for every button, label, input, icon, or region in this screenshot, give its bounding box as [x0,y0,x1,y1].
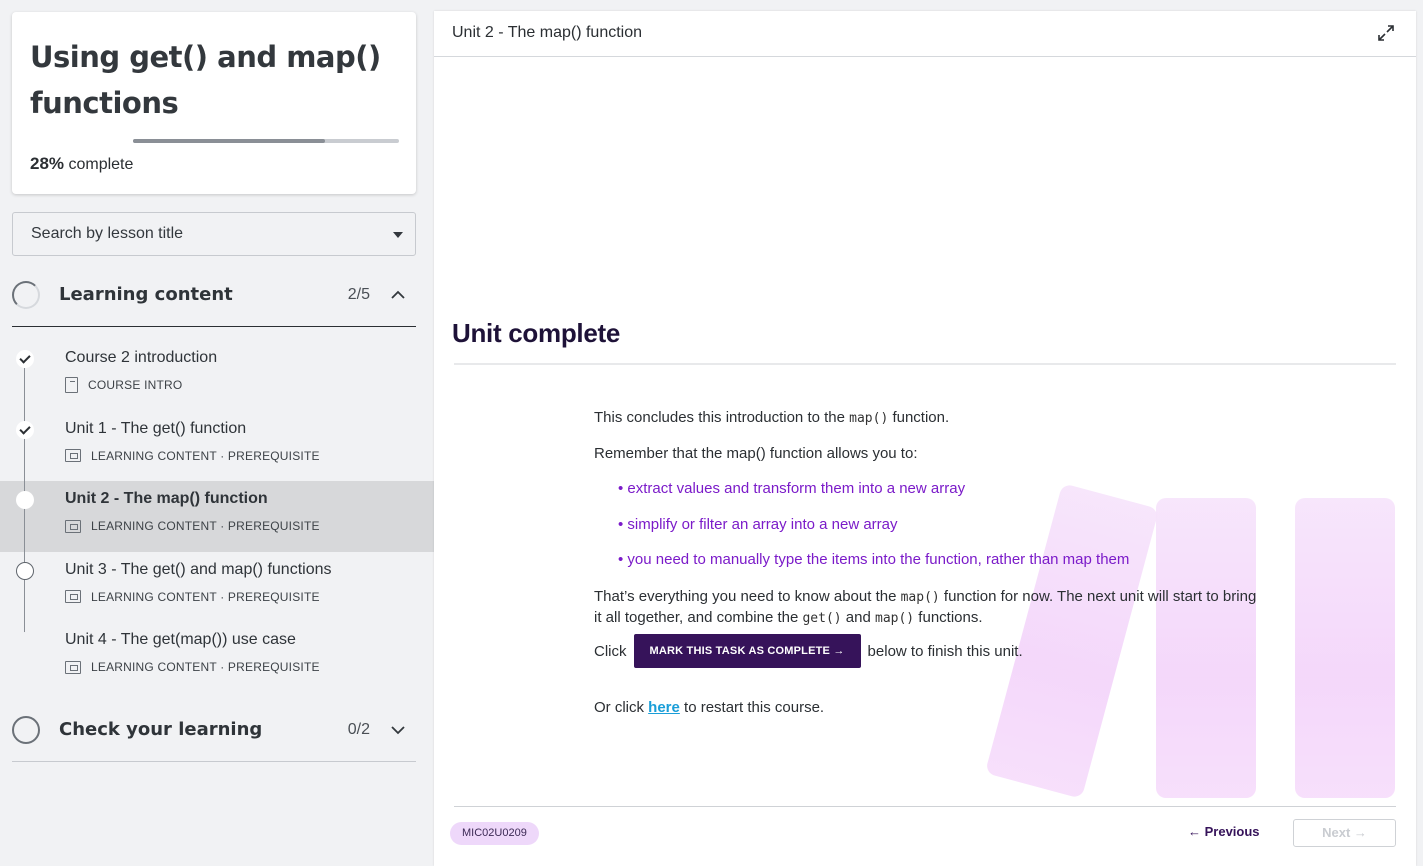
section-progress-ring-icon [12,281,40,309]
caret-down-icon [393,232,403,238]
lesson-meta: LEARNING CONTENT · PREREQUISITE [65,517,320,535]
bullet-text: simplify or filter an array into a new a… [627,516,898,533]
summary-text: That’s everything you need to know about… [594,588,901,605]
section-check-your-learning[interactable]: Check your learning 0/2 [12,702,416,762]
heading-divider [454,363,1396,365]
mark-complete-row: Click MARK THIS TASK AS COMPLETE → below… [594,634,1023,668]
lesson-search-dropdown[interactable]: Search by lesson title [12,212,416,256]
timeline-connector [24,368,25,411]
lesson-item-unit-3[interactable]: Unit 3 - The get() and map() functions L… [0,551,434,623]
lesson-title: Course 2 introduction [65,349,218,366]
decorative-shape [1295,498,1395,798]
bullet-item: • you need to manually type the items in… [618,551,1130,568]
lesson-meta: LEARNING CONTENT · PREREQUISITE [65,588,320,606]
decorative-shape [1156,498,1256,798]
incomplete-circle-icon [16,561,34,580]
chevron-up-icon[interactable] [390,287,406,303]
inline-code: map() [849,411,889,426]
document-icon [65,377,78,393]
click-text: Click [594,642,627,660]
intro-paragraph: This concludes this introduction to the … [594,408,1274,429]
section-title: Learning content [59,284,233,305]
lesson-type: LEARNING CONTENT · PREREQUISITE [91,448,320,463]
lesson-type: LEARNING CONTENT · PREREQUISITE [91,660,320,674]
course-overview-card: Using get() and map() functions 28% comp… [12,12,416,194]
lesson-title: Unit 2 - The map() function [65,490,268,507]
progress-suffix: complete [64,156,134,173]
section-learning-content[interactable]: Learning content 2/5 [12,267,416,327]
section-count: 2/5 [347,286,370,303]
section-divider [12,326,416,327]
lesson-type: COURSE INTRO [88,378,183,392]
inline-code: map() [900,590,940,605]
expand-icon[interactable] [1376,23,1396,43]
lesson-header-title: Unit 2 - The map() function [452,24,643,41]
restart-text: Or click [594,699,649,716]
summary-text: and [841,609,875,626]
progress-percent: 28% [30,154,65,173]
section-title: Check your learning [59,719,263,740]
lesson-icon [65,519,81,533]
previous-button[interactable]: ← Previous [1188,824,1260,839]
section-count: 0/2 [347,721,370,738]
inline-code: map() [875,611,915,626]
lesson-meta: LEARNING CONTENT · PREREQUISITE [65,658,320,676]
section-progress-ring-icon [12,716,40,744]
remember-paragraph: Remember that the map() function allows … [594,445,918,462]
lesson-type: LEARNING CONTENT · PREREQUISITE [91,589,320,604]
check-icon [16,350,34,368]
lesson-icon [65,449,81,462]
lesson-meta: LEARNING CONTENT · PREREQUISITE [65,447,320,465]
bullet-item: • simplify or filter an array into a new… [618,516,898,533]
intro-text: This concludes this introduction to the [594,409,850,426]
check-icon [16,420,34,439]
chevron-down-icon[interactable] [390,722,406,738]
lesson-item-unit-1[interactable]: Unit 1 - The get() function LEARNING CON… [0,410,434,482]
summary-text: functions. [914,609,983,626]
lesson-item-course-intro[interactable]: Course 2 introduction COURSE INTRO [0,340,434,411]
lesson-item-unit-4[interactable]: Unit 4 - The get(map()) use case LEARNIN… [0,622,434,693]
lesson-header: Unit 2 - The map() function [434,11,1416,57]
lesson-code-badge: MIC02U0209 [450,822,539,845]
section-divider [12,761,416,762]
lesson-item-unit-2[interactable]: Unit 2 - The map() function LEARNING CON… [0,481,434,552]
lesson-list: Course 2 introduction COURSE INTRO Unit … [0,340,434,693]
lesson-meta: COURSE INTRO [65,376,182,394]
bullet-item: • extract values and transform them into… [618,480,966,497]
footer-divider [454,806,1396,807]
lesson-type: LEARNING CONTENT · PREREQUISITE [91,519,320,533]
lesson-icon [65,660,81,674]
unit-complete-heading: Unit complete [452,318,621,348]
lesson-title: Unit 1 - The get() function [65,419,247,437]
course-title: Using get() and map() functions [30,40,381,120]
summary-paragraph: That’s everything you need to know about… [594,587,1264,629]
inline-code: get() [802,611,842,626]
lesson-title: Unit 4 - The get(map()) use case [65,631,296,648]
next-button[interactable]: Next → [1293,819,1396,847]
bullet-text: extract values and transform them into a… [627,480,966,497]
course-sidebar: Using get() and map() functions 28% comp… [0,0,434,866]
current-lesson-icon [16,491,34,509]
restart-course-link[interactable]: here [648,699,680,716]
restart-text: to restart this course. [679,699,825,716]
click-text: below to finish this unit. [867,642,1023,660]
mark-complete-button[interactable]: MARK THIS TASK AS COMPLETE → [633,634,861,668]
course-progress-bar [133,139,399,143]
course-progress-text: 28% complete [30,154,133,174]
lesson-content-panel: Unit 2 - The map() function Unit complet… [434,11,1416,866]
restart-paragraph: Or click here to restart this course. [594,698,1274,718]
lesson-icon [65,590,81,603]
intro-text: function. [888,409,950,426]
lesson-title: Unit 3 - The get() and map() functions [65,560,332,578]
course-progress-fill [133,139,325,143]
incomplete-circle-icon [16,632,34,650]
bullet-text: you need to manually type the items into… [627,551,1130,568]
search-placeholder: Search by lesson title [31,225,184,242]
